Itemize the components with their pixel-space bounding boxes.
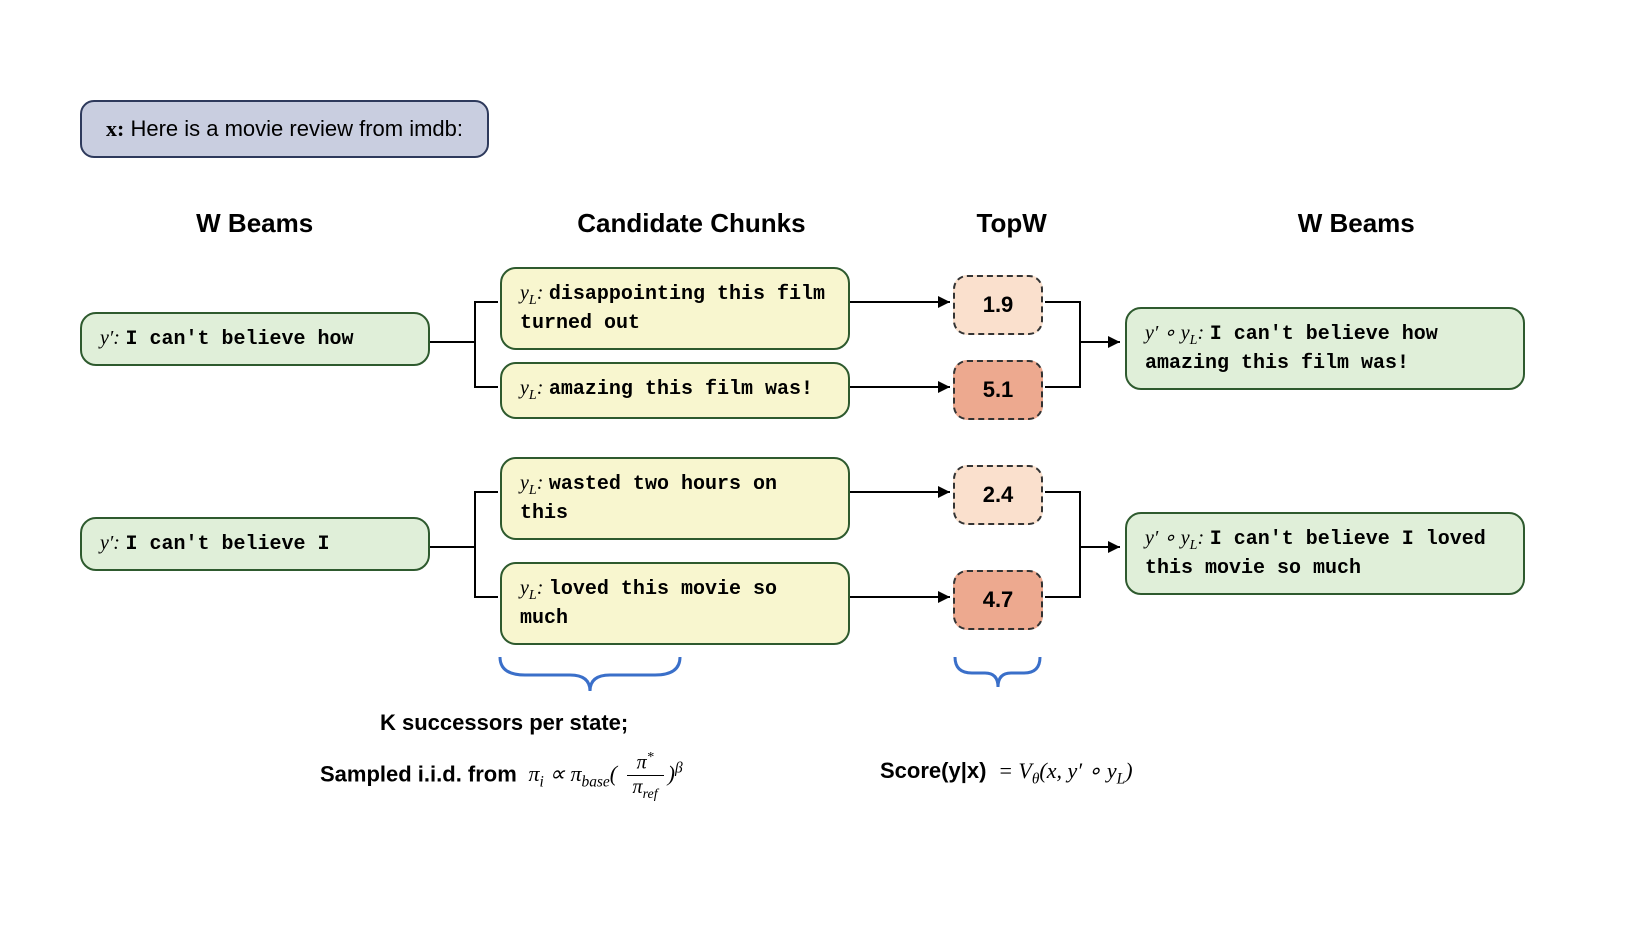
beam-out-prefix: y′ ∘ yL:: [1145, 322, 1204, 344]
score-4: 4.7: [953, 570, 1043, 630]
candidate-chunk-4: yL: loved this movie so much: [500, 562, 850, 645]
footer-score: Score(y|x) = Vθ(x, y′ ∘ yL): [880, 758, 1133, 788]
footer-sampled: Sampled i.i.d. from πi ∝ πbase( π* πref …: [320, 750, 683, 803]
beam-text: I can't believe I: [125, 533, 329, 556]
header-beams-right: W Beams: [1152, 208, 1560, 239]
header-candidate-chunks: Candidate Chunks: [488, 208, 896, 239]
score-label: Score(y|x): [880, 758, 986, 783]
chunk-text: wasted two hours on this: [520, 473, 777, 525]
beam-out-prefix: y′ ∘ yL:: [1145, 527, 1204, 549]
chunk-prefix: yL:: [520, 282, 543, 304]
output-beam-2: y′ ∘ yL: I can't believe I loved this mo…: [1125, 512, 1525, 595]
beam-prefix: y′:: [100, 532, 120, 554]
diagram-body: y′: I can't believe how y′: I can't beli…: [80, 257, 1560, 677]
header-topw: TopW: [929, 208, 1094, 239]
prompt-x-label: x:: [106, 116, 124, 141]
chunk-prefix: yL:: [520, 577, 543, 599]
candidate-chunk-3: yL: wasted two hours on this: [500, 457, 850, 540]
chunk-text: loved this movie so much: [520, 578, 777, 630]
beam-text: I can't believe how: [125, 328, 353, 351]
footer-line1: K successors per state;: [380, 710, 628, 736]
candidate-chunk-1: yL: disappointing this film turned out: [500, 267, 850, 350]
input-beam-2: y′: I can't believe I: [80, 517, 430, 571]
chunk-prefix: yL:: [520, 377, 543, 399]
chunk-text: amazing this film was!: [549, 378, 813, 401]
header-beams-left: W Beams: [80, 208, 429, 239]
chunk-text: disappointing this film turned out: [520, 283, 825, 335]
sampled-label: Sampled i.i.d. from: [320, 761, 517, 786]
prompt-box: x: Here is a movie review from imdb:: [80, 100, 489, 158]
chunk-prefix: yL:: [520, 472, 543, 494]
column-headers: W Beams Candidate Chunks TopW W Beams: [80, 208, 1560, 239]
formula-score: = Vθ(x, y′ ∘ yL): [993, 758, 1133, 783]
score-3: 2.4: [953, 465, 1043, 525]
output-beam-1: y′ ∘ yL: I can't believe how amazing thi…: [1125, 307, 1525, 390]
candidate-chunk-2: yL: amazing this film was!: [500, 362, 850, 419]
score-1: 1.9: [953, 275, 1043, 335]
formula-pi: πi ∝ πbase( π* πref )β: [523, 761, 683, 786]
score-2: 5.1: [953, 360, 1043, 420]
prompt-text: Here is a movie review from imdb:: [130, 116, 463, 141]
input-beam-1: y′: I can't believe how: [80, 312, 430, 366]
beam-prefix: y′:: [100, 327, 120, 349]
